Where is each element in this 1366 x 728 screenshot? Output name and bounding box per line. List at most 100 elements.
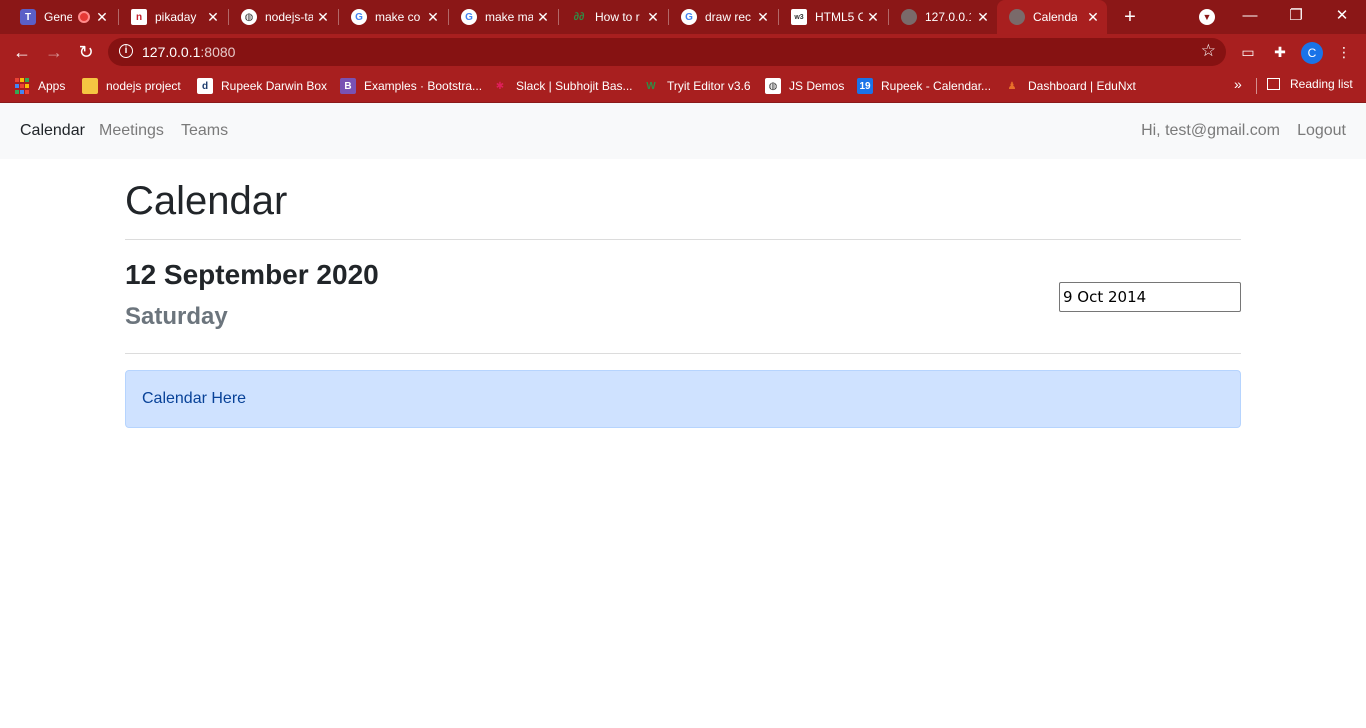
close-icon[interactable]: ✕ bbox=[94, 9, 110, 25]
calendar-placeholder-alert: Calendar Here bbox=[125, 370, 1241, 428]
bookmark-label: Apps bbox=[38, 79, 66, 93]
bookmark-bootstrap[interactable]: B Examples · Bootstra... bbox=[340, 77, 482, 95]
tab-calendar-active[interactable]: Calenda ✕ bbox=[997, 0, 1107, 34]
bookmark-js-demos[interactable]: ◍ JS Demos bbox=[765, 77, 844, 95]
close-window-icon[interactable]: ✕ bbox=[1330, 4, 1354, 28]
reload-icon[interactable]: ↻ bbox=[74, 40, 98, 64]
current-date: 12 September 2020 bbox=[125, 259, 379, 290]
url-text[interactable]: 127.0.0.1:8080 bbox=[142, 44, 235, 60]
bookmark-star-icon[interactable]: ☆ bbox=[1201, 41, 1216, 61]
bookmark-label: Examples · Bootstra... bbox=[364, 79, 483, 93]
logout-link[interactable]: Logout bbox=[1297, 122, 1346, 140]
bookmark-label: nodejs project bbox=[106, 79, 181, 93]
site-info-icon[interactable]: i bbox=[119, 44, 133, 58]
tab-title: draw rec bbox=[705, 10, 752, 24]
google-icon: G bbox=[351, 9, 367, 25]
tab-nodejs[interactable]: ◍ nodejs-ta ✕ bbox=[229, 0, 337, 34]
darwinbox-icon: d bbox=[197, 78, 213, 94]
close-icon[interactable]: ✕ bbox=[755, 9, 771, 25]
bookmark-label: JS Demos bbox=[789, 79, 845, 93]
globe-icon bbox=[901, 9, 917, 25]
w3schools-icon: W bbox=[646, 80, 656, 92]
reading-list-button[interactable]: Reading list bbox=[1267, 77, 1353, 91]
folder-icon bbox=[82, 78, 98, 94]
nav-meetings[interactable]: Meetings bbox=[99, 122, 164, 140]
current-day: Saturday bbox=[125, 303, 228, 330]
close-icon[interactable]: ✕ bbox=[315, 9, 331, 25]
new-tab-button[interactable]: + bbox=[1118, 5, 1142, 29]
bookmarks-divider bbox=[1256, 78, 1257, 94]
bookmark-label: Dashboard | EduNxt bbox=[1028, 79, 1136, 93]
close-icon[interactable]: ✕ bbox=[205, 9, 221, 25]
tab-title: make co bbox=[375, 10, 421, 24]
tab-strip: T Gene ✕ n pikaday ✕ ◍ nodejs-ta ✕ G mak… bbox=[0, 0, 1366, 34]
tab-pikaday[interactable]: n pikaday ✕ bbox=[119, 0, 227, 34]
nav-calendar[interactable]: Calendar bbox=[20, 122, 85, 140]
tab-title: 127.0.0.1 bbox=[925, 10, 971, 24]
close-icon[interactable]: ✕ bbox=[645, 9, 661, 25]
menu-kebab-icon[interactable]: ⋮ bbox=[1334, 42, 1354, 62]
forward-icon[interactable]: → bbox=[42, 40, 66, 64]
globe-icon bbox=[1009, 9, 1025, 25]
globe-icon: ◍ bbox=[765, 78, 781, 94]
extensions-puzzle-icon[interactable]: ✚ bbox=[1270, 42, 1290, 62]
tab-title: pikaday bbox=[155, 10, 197, 24]
apps-icon bbox=[14, 78, 30, 94]
address-bar[interactable]: i 127.0.0.1:8080 ☆ bbox=[108, 38, 1226, 66]
bookmark-edunxt[interactable]: ♟ Dashboard | EduNxt bbox=[1004, 77, 1136, 95]
restore-icon[interactable]: ❐ bbox=[1284, 4, 1308, 28]
extension-card-icon[interactable]: ▭ bbox=[1238, 42, 1258, 62]
bookmark-label: Slack | Subhojit Bas... bbox=[516, 79, 633, 93]
tab-title: Gene bbox=[44, 10, 72, 24]
tab-title: nodejs-ta bbox=[265, 10, 313, 24]
slack-icon: ✱ bbox=[495, 80, 505, 92]
close-icon[interactable]: ✕ bbox=[865, 9, 881, 25]
tab-localhost[interactable]: 127.0.0.1 ✕ bbox=[889, 0, 997, 34]
bookmark-darwinbox[interactable]: d Rupeek Darwin Box bbox=[197, 77, 327, 95]
back-icon[interactable]: ← bbox=[10, 40, 34, 64]
close-icon[interactable]: ✕ bbox=[425, 9, 441, 25]
tab-title: HTML5 C bbox=[815, 10, 863, 24]
reading-list-label: Reading list bbox=[1290, 77, 1353, 91]
close-icon[interactable]: ✕ bbox=[1085, 9, 1101, 25]
bookmark-folder[interactable]: nodejs project bbox=[82, 77, 181, 95]
tab-search-icon[interactable]: ▼ bbox=[1199, 9, 1215, 25]
tab-title: How to r bbox=[595, 10, 640, 24]
minimize-icon[interactable]: — bbox=[1238, 4, 1262, 28]
recording-icon bbox=[78, 11, 90, 23]
bookmarks-bar: Apps nodejs project d Rupeek Darwin Box … bbox=[0, 70, 1366, 103]
nav-teams[interactable]: Teams bbox=[181, 122, 228, 140]
close-icon[interactable]: ✕ bbox=[975, 9, 991, 25]
google-icon: G bbox=[681, 9, 697, 25]
bookmark-label: Rupeek Darwin Box bbox=[221, 79, 328, 93]
bookmark-tryit[interactable]: W Tryit Editor v3.6 bbox=[643, 77, 750, 95]
tab-teams[interactable]: T Gene ✕ bbox=[8, 0, 116, 34]
bookmark-apps[interactable]: Apps bbox=[14, 77, 65, 95]
close-icon[interactable]: ✕ bbox=[535, 9, 551, 25]
tab-title: make ma bbox=[485, 10, 533, 24]
globe-icon: ◍ bbox=[241, 9, 257, 25]
divider bbox=[125, 353, 1241, 354]
edunxt-icon: ♟ bbox=[1007, 80, 1017, 92]
alert-text: Calendar Here bbox=[142, 390, 247, 407]
tab-html5[interactable]: w3 HTML5 C ✕ bbox=[779, 0, 887, 34]
browser-toolbar: ← → ↻ i 127.0.0.1:8080 ☆ ▭ ✚ C ⋮ bbox=[0, 34, 1366, 70]
app-navbar: Calendar Meetings Teams Hi, test@gmail.c… bbox=[0, 103, 1366, 159]
gfg-icon: ∂∂ bbox=[573, 11, 585, 23]
profile-avatar[interactable]: C bbox=[1301, 42, 1323, 64]
bookmark-slack[interactable]: ✱ Slack | Subhojit Bas... bbox=[492, 77, 633, 95]
tab-draw-rec[interactable]: G draw rec ✕ bbox=[669, 0, 777, 34]
tab-make-ma[interactable]: G make ma ✕ bbox=[449, 0, 557, 34]
pikaday-icon: n bbox=[131, 9, 147, 25]
google-icon: G bbox=[461, 9, 477, 25]
tab-title: Calenda bbox=[1033, 10, 1077, 24]
tab-make-co[interactable]: G make co ✕ bbox=[339, 0, 447, 34]
tab-how-to[interactable]: ∂∂ How to r ✕ bbox=[559, 0, 667, 34]
bookmark-rupeek-calendar[interactable]: 19 Rupeek - Calendar... bbox=[857, 77, 991, 95]
calendar-icon: 19 bbox=[857, 78, 873, 94]
w3schools-icon: w3 bbox=[791, 9, 807, 25]
divider bbox=[125, 239, 1241, 240]
bookmarks-overflow-icon[interactable]: » bbox=[1234, 76, 1242, 92]
date-picker-input[interactable] bbox=[1059, 282, 1241, 312]
reading-list-icon bbox=[1267, 78, 1280, 90]
